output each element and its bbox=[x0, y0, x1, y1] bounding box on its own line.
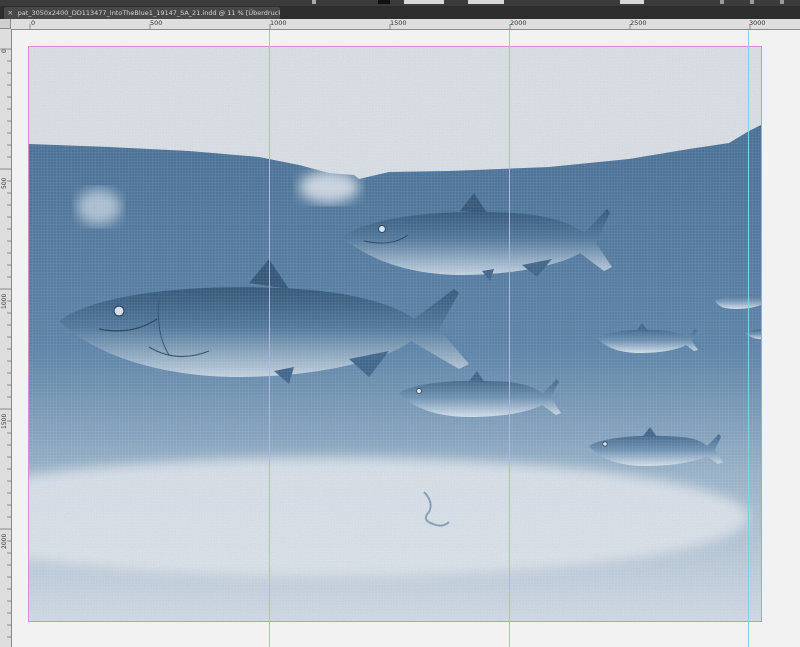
control-icon[interactable] bbox=[312, 0, 316, 4]
document-page[interactable] bbox=[29, 47, 761, 621]
control-icon[interactable] bbox=[750, 0, 754, 4]
ruler-label: 3000 bbox=[749, 19, 766, 27]
column-guide[interactable] bbox=[269, 30, 270, 647]
ruler-label: 500 bbox=[150, 19, 163, 27]
grain-overlay bbox=[29, 47, 761, 621]
ruler-label: 1000 bbox=[1, 293, 8, 309]
ruler-label: 2500 bbox=[630, 19, 647, 27]
ruler-label: 0 bbox=[31, 19, 36, 27]
control-swatch[interactable] bbox=[378, 0, 390, 4]
ruler-label: 1500 bbox=[390, 19, 407, 27]
control-icon[interactable] bbox=[780, 0, 784, 4]
control-field[interactable] bbox=[620, 0, 644, 4]
ruler-origin[interactable] bbox=[0, 19, 11, 29]
ruler-label: 1500 bbox=[1, 413, 8, 429]
vertical-ruler-ticks bbox=[0, 48, 11, 638]
ruler-label: 0 bbox=[1, 49, 8, 53]
document-tab[interactable]: × pat_3050x2400_DD113477_IntoTheBlue1_19… bbox=[4, 7, 280, 19]
ruler-label: 1000 bbox=[270, 19, 287, 27]
vertical-ruler[interactable]: 0 500 1000 1500 2000 bbox=[0, 29, 12, 647]
document-tab-title: pat_3050x2400_DD113477_IntoTheBlue1_1914… bbox=[17, 9, 280, 17]
document-tab-bar: × pat_3050x2400_DD113477_IntoTheBlue1_19… bbox=[0, 6, 800, 19]
ruler-label: 2000 bbox=[510, 19, 527, 27]
control-field[interactable] bbox=[468, 0, 504, 4]
column-guide[interactable] bbox=[748, 30, 749, 647]
salmon-artwork[interactable] bbox=[29, 47, 761, 621]
close-icon[interactable]: × bbox=[6, 7, 15, 19]
control-icon[interactable] bbox=[720, 0, 724, 4]
ruler-label: 2000 bbox=[1, 533, 8, 549]
horizontal-ruler[interactable]: 0 500 1000 1500 2000 2500 3000 bbox=[11, 19, 800, 30]
ruler-label: 500 bbox=[1, 177, 8, 189]
control-field[interactable] bbox=[404, 0, 444, 4]
column-guide[interactable] bbox=[509, 30, 510, 647]
